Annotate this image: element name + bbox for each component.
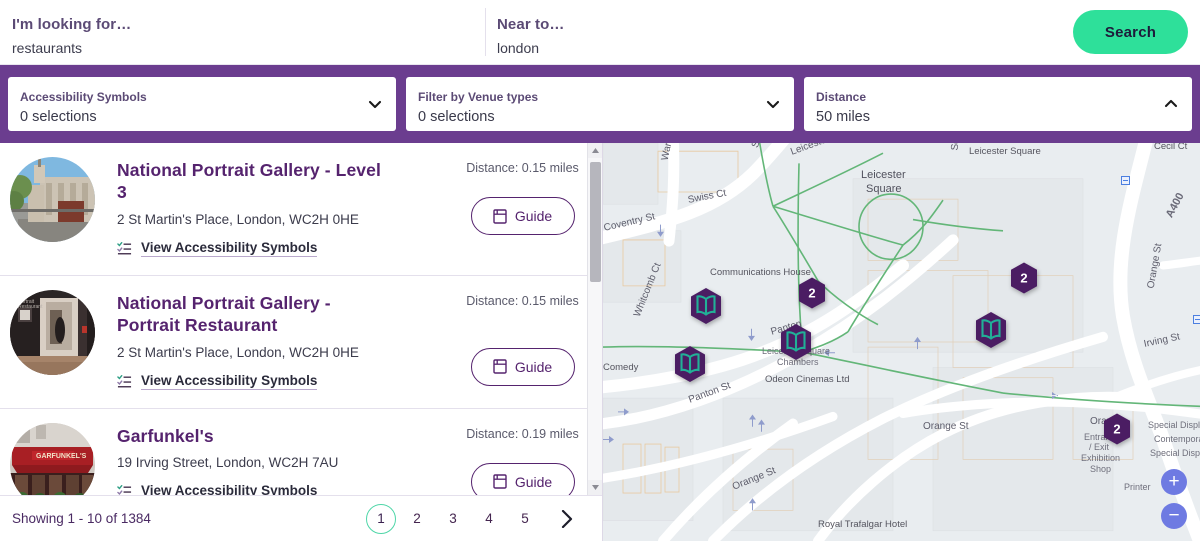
chevron-up-icon — [1163, 96, 1179, 112]
view-accessibility-symbols-link[interactable]: View Accessibility Symbols — [117, 372, 318, 390]
svg-text:GARFUNKEL'S: GARFUNKEL'S — [36, 453, 87, 460]
accessibility-link-label: View Accessibility Symbols — [141, 372, 318, 390]
looking-for-field[interactable]: I'm looking for… restaurants — [0, 0, 485, 64]
guide-button-label: Guide — [514, 358, 553, 375]
list-item-content: National Portrait Gallery - Level 3 2 St… — [117, 157, 455, 261]
scrollbar-track[interactable] — [588, 158, 602, 480]
list-item[interactable]: National Portrait Gallery - Level 3 2 St… — [0, 143, 602, 276]
checklist-icon — [117, 484, 132, 495]
scroll-down-arrow-icon[interactable] — [588, 480, 602, 495]
venue-types-value: 0 selections — [418, 109, 495, 125]
guide-button-label: Guide — [514, 208, 553, 224]
map-canvas — [603, 143, 1200, 541]
page-3-button[interactable]: 3 — [438, 504, 468, 534]
guide-button-label: Guide — [514, 473, 553, 490]
accessibility-link-label: View Accessibility Symbols — [141, 483, 317, 495]
venue-title[interactable]: National Portrait Gallery - Level 3 — [117, 159, 392, 204]
near-to-value[interactable]: london — [497, 40, 956, 56]
venue-marker[interactable] — [689, 287, 723, 325]
book-icon — [493, 359, 507, 374]
page-2-button[interactable]: 2 — [402, 504, 432, 534]
avatar: GARFUNKEL'S — [10, 422, 95, 495]
list-item-actions: Distance: 0.15 miles Guide — [455, 157, 590, 235]
accessibility-symbols-label: Accessibility Symbols — [20, 90, 147, 104]
distance-label: Distance — [816, 90, 867, 104]
list-item-actions: Distance: 0.15 miles Guide — [455, 290, 590, 386]
book-icon — [493, 208, 507, 224]
venue-marker[interactable] — [673, 345, 707, 383]
accessibility-symbols-dropdown[interactable]: Accessibility Symbols 0 selections — [8, 77, 396, 131]
page-5-button[interactable]: 5 — [510, 504, 540, 534]
checklist-icon — [117, 241, 132, 256]
cluster-marker[interactable]: 2 — [1102, 413, 1132, 446]
venue-address: 2 St Martin's Place, London, WC2H 0HE — [117, 211, 359, 227]
list-item-content: National Portrait Gallery - Portrait Res… — [117, 290, 455, 394]
view-accessibility-symbols-link[interactable]: View Accessibility Symbols — [117, 239, 318, 257]
venue-address: 19 Irving Street, London, WC2H 7AU — [117, 454, 339, 470]
venue-types-dropdown[interactable]: Filter by Venue types 0 selections — [406, 77, 794, 131]
avatar — [10, 157, 95, 242]
venue-distance: Distance: 0.15 miles — [466, 161, 579, 175]
book-icon — [493, 474, 507, 489]
list-item-actions: Distance: 0.19 miles Guide — [455, 423, 590, 495]
list-item[interactable]: GARFUNKEL'S Garfunkel's 19 Irving Street… — [0, 409, 602, 495]
distance-value: 50 miles — [816, 109, 870, 125]
venue-distance: Distance: 0.19 miles — [466, 426, 579, 441]
filter-bar: Accessibility Symbols 0 selections Filte… — [0, 65, 1200, 143]
looking-for-label: I'm looking for… — [12, 16, 132, 33]
view-accessibility-symbols-link[interactable]: View Accessibility Symbols — [117, 483, 317, 495]
results-footer: Showing 1 - 10 of 1384 1 2 3 4 5 — [0, 495, 602, 541]
venue-marker[interactable] — [974, 311, 1008, 349]
results-pane: National Portrait Gallery - Level 3 2 St… — [0, 143, 603, 541]
search-button-container: Search — [970, 0, 1200, 64]
venue-title[interactable]: National Portrait Gallery - Portrait Res… — [117, 292, 392, 337]
chevron-down-icon — [765, 96, 781, 112]
body-split: National Portrait Gallery - Level 3 2 St… — [0, 143, 1200, 541]
venue-distance: Distance: 0.15 miles — [466, 293, 579, 308]
accessibility-symbols-value: 0 selections — [20, 109, 97, 125]
results-scrollbar[interactable] — [587, 143, 602, 495]
showing-count: Showing 1 - 10 of 1384 — [12, 511, 151, 526]
chevron-down-icon — [367, 96, 383, 112]
near-to-field[interactable]: Near to… london — [485, 0, 970, 64]
venue-search-page: I'm looking for… restaurants Near to… lo… — [0, 0, 1200, 541]
venue-marker[interactable] — [779, 323, 813, 361]
next-page-button[interactable] — [550, 504, 584, 534]
venue-title[interactable]: Garfunkel's — [117, 425, 392, 447]
scrollbar-thumb[interactable] — [590, 162, 601, 282]
looking-for-value[interactable]: restaurants — [12, 40, 471, 56]
results-list: National Portrait Gallery - Level 3 2 St… — [0, 143, 602, 495]
cluster-marker[interactable]: 2 — [1009, 262, 1039, 295]
list-item-content: Garfunkel's 19 Irving Street, London, WC… — [117, 423, 455, 495]
list-item[interactable]: Portrait Restaurant National Portrait Ga… — [0, 276, 602, 409]
near-to-label: Near to… — [497, 16, 565, 33]
venue-address: 2 St Martin's Place, London, WC2H 0HE — [117, 344, 359, 360]
search-header: I'm looking for… restaurants Near to… lo… — [0, 0, 1200, 65]
accessibility-link-label: View Accessibility Symbols — [141, 239, 318, 257]
guide-button[interactable]: Guide — [470, 347, 575, 386]
page-1-button[interactable]: 1 — [366, 503, 396, 534]
venue-types-label: Filter by Venue types — [418, 90, 539, 104]
avatar: Portrait Restaurant — [10, 289, 95, 375]
distance-dropdown[interactable]: Distance 50 miles — [804, 77, 1192, 131]
pagination: 1 2 3 4 5 — [366, 503, 584, 534]
cluster-marker[interactable]: 2 — [797, 277, 827, 310]
map-pane[interactable]: Wardour St Swiss Ct Coventry St Leiceste… — [603, 143, 1200, 541]
zoom-out-button[interactable]: − — [1161, 503, 1187, 529]
svg-text:Restaurant: Restaurant — [18, 304, 43, 310]
zoom-in-button[interactable]: + — [1161, 469, 1187, 495]
search-button[interactable]: Search — [1073, 10, 1188, 54]
checklist-icon — [117, 374, 132, 389]
scroll-up-arrow-icon[interactable] — [588, 143, 602, 158]
page-4-button[interactable]: 4 — [474, 504, 504, 534]
guide-button[interactable]: Guide — [470, 197, 575, 235]
map-zoom-controls: + − — [1161, 469, 1187, 529]
guide-button[interactable]: Guide — [470, 462, 575, 495]
